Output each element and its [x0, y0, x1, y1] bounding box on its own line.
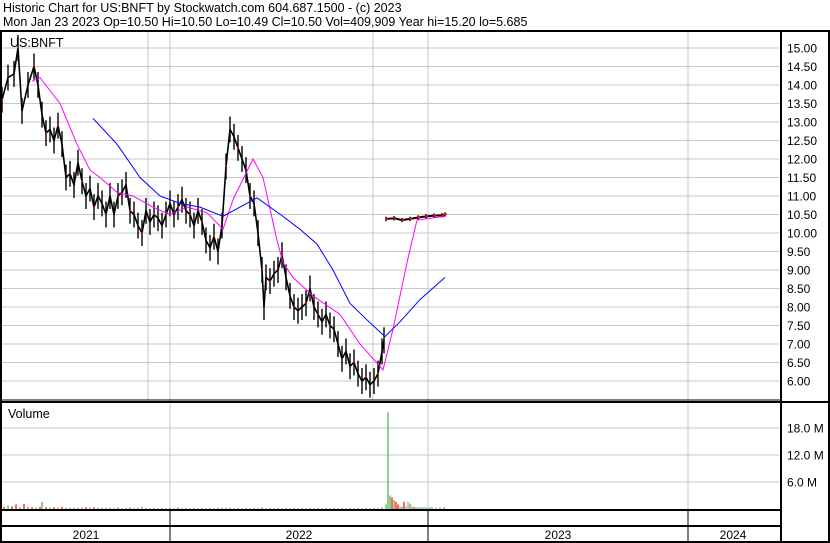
price-series — [1, 35, 447, 398]
grid — [2, 32, 780, 509]
price-close-mark — [117, 195, 119, 197]
price-close-mark — [444, 213, 447, 215]
price-close-mark — [129, 209, 131, 212]
price-close-mark — [377, 372, 379, 375]
price-close-mark — [305, 302, 307, 304]
price-tick-label: 11.50 — [787, 171, 816, 185]
volume-axis: 18.0 M 12.0 M 6.0 M — [787, 422, 824, 490]
price-tick-label: 6.50 — [787, 356, 811, 370]
price-close-mark — [269, 280, 271, 282]
year-axis: 2021 2022 2023 2024 — [73, 528, 747, 542]
price-close-mark — [425, 215, 428, 217]
price-close-mark — [341, 357, 343, 360]
price-close-mark — [353, 361, 355, 363]
price-tick-label: 12.50 — [787, 134, 817, 148]
price-close-mark — [249, 195, 251, 197]
long-moving-average-line — [92, 117, 446, 338]
price-axis: 15.00 14.50 14.00 13.50 13.00 12.50 12.00 11.50… — [787, 42, 817, 389]
year-label: 2021 — [73, 528, 100, 542]
price-close-mark — [45, 132, 47, 134]
price-close-mark — [317, 313, 319, 315]
price-tick-label: 6.00 — [787, 375, 811, 389]
price-close-mark — [177, 206, 179, 208]
price-close-mark — [329, 324, 331, 326]
price-close-mark — [237, 146, 239, 149]
volume-tick-label: 6.0 M — [787, 476, 817, 490]
volume-label: Volume — [8, 407, 50, 421]
price-close-mark — [401, 219, 404, 221]
price-close-mark — [57, 124, 59, 127]
price-close-mark — [33, 65, 35, 67]
price-close-mark — [81, 180, 83, 182]
price-close-mark — [17, 47, 19, 49]
price-close-mark — [69, 172, 71, 175]
price-tick-label: 11.00 — [787, 190, 816, 204]
price-tick-label: 13.00 — [787, 116, 817, 130]
price-line — [1, 47, 385, 386]
price-close-mark — [385, 217, 388, 220]
short-moving-average-line — [31, 76, 446, 371]
price-tick-label: 8.00 — [787, 301, 811, 315]
price-close-mark — [1, 98, 3, 101]
price-close-mark — [153, 213, 155, 215]
price-close-mark — [409, 217, 412, 220]
price-tick-label: 13.50 — [787, 97, 817, 111]
chart-frame — [0, 30, 830, 543]
price-tick-label: 15.00 — [787, 42, 817, 56]
year-label: 2024 — [720, 528, 747, 542]
price-tick-label: 10.50 — [787, 208, 817, 222]
price-close-mark — [213, 235, 215, 238]
volume-tick-label: 12.0 M — [787, 449, 824, 463]
price-tick-label: 9.00 — [787, 264, 811, 278]
year-label: 2022 — [286, 528, 313, 542]
price-tick-label: 10.00 — [787, 227, 817, 241]
price-tick-label: 7.00 — [787, 338, 811, 352]
price-close-mark — [105, 213, 107, 215]
price-close-mark — [441, 214, 444, 216]
year-label: 2023 — [545, 528, 572, 542]
price-close-mark — [393, 217, 396, 219]
price-tick-label: 12.00 — [787, 153, 817, 167]
stock-chart: US:BNFT Volume 15.0014.5014.0013.5013.00… — [0, 30, 830, 543]
price-tick-label: 9.50 — [787, 245, 811, 259]
price-close-mark — [281, 254, 283, 256]
price-tick-label: 14.50 — [787, 60, 817, 74]
price-close-mark — [261, 269, 263, 271]
price-tick-label: 8.50 — [787, 282, 811, 296]
price-tick-label: 7.50 — [787, 319, 811, 333]
volume-bars — [3, 412, 445, 509]
price-close-mark — [417, 216, 420, 218]
price-close-mark — [141, 232, 143, 234]
price-close-mark — [365, 376, 367, 378]
price-close-mark — [293, 306, 295, 308]
price-close-mark — [165, 213, 167, 215]
price-tick-label: 14.00 — [787, 79, 817, 93]
price-close-mark — [189, 213, 191, 215]
volume-tick-label: 18.0 M — [787, 422, 824, 436]
price-close-mark — [433, 214, 436, 217]
price-close-mark — [93, 206, 95, 208]
price-close-mark — [225, 165, 227, 167]
price-close-mark — [201, 220, 203, 223]
